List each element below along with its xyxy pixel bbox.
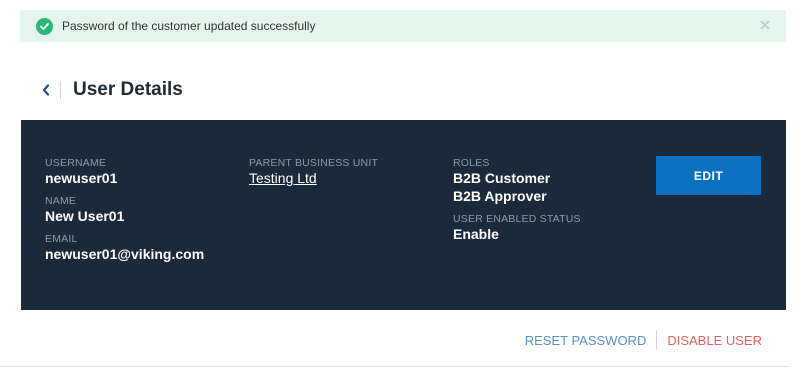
alert-message: Password of the customer updated success…	[62, 19, 316, 33]
role-item: B2B Approver	[453, 188, 547, 204]
roles-column: ROLES B2B Customer B2B Approver USER ENA…	[453, 157, 581, 251]
bottom-divider	[0, 366, 790, 367]
check-circle-icon	[36, 17, 53, 35]
actions-divider	[656, 330, 658, 350]
role-item: B2B Customer	[453, 170, 551, 186]
email-value: newuser01@viking.com	[45, 246, 205, 262]
user-actions: RESET PASSWORD DISABLE USER	[525, 330, 762, 350]
page-header: User Details	[42, 77, 183, 103]
chevron-left-icon[interactable]	[42, 80, 56, 100]
roles-label: ROLES	[453, 157, 490, 169]
page-title: User Details	[73, 79, 183, 100]
email-label: EMAIL	[45, 233, 78, 245]
user-enabled-status-value: Enable	[453, 226, 499, 242]
name-value: New User01	[45, 208, 125, 224]
close-icon[interactable]	[758, 18, 772, 32]
identity-column: USERNAME newuser01 NAME New User01 EMAIL…	[45, 157, 204, 271]
business-unit-column: PARENT BUSINESS UNIT Testing Ltd	[249, 157, 378, 195]
name-label: NAME	[45, 195, 77, 207]
username-label: USERNAME	[45, 157, 107, 169]
user-details-panel: USERNAME newuser01 NAME New User01 EMAIL…	[21, 120, 786, 310]
disable-user-link[interactable]: DISABLE USER	[667, 333, 762, 348]
user-enabled-status-label: USER ENABLED STATUS	[453, 213, 581, 225]
username-value: newuser01	[45, 170, 118, 186]
parent-business-unit-label: PARENT BUSINESS UNIT	[249, 157, 379, 169]
edit-button[interactable]: EDIT	[656, 156, 761, 195]
success-alert: Password of the customer updated success…	[20, 10, 786, 42]
header-divider	[60, 81, 61, 99]
parent-business-unit-link[interactable]: Testing Ltd	[249, 169, 378, 187]
reset-password-link[interactable]: RESET PASSWORD	[525, 333, 647, 348]
